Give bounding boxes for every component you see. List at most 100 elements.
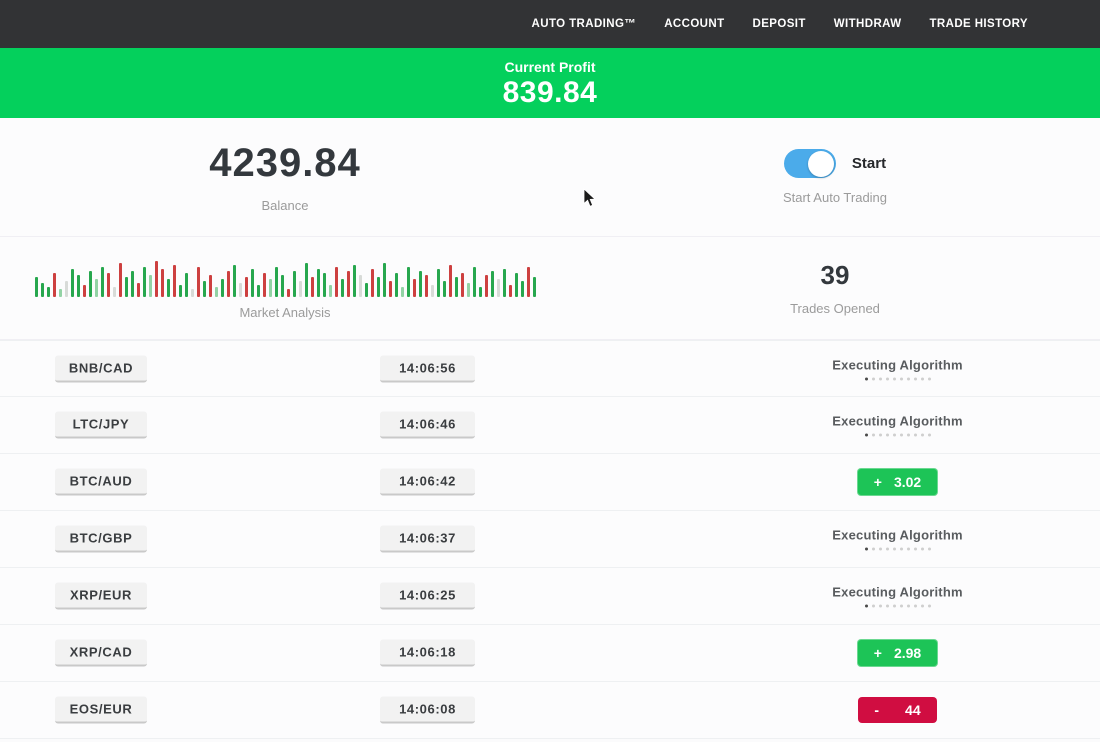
- balance-section: 4239.84 Balance Start Start Auto Trading: [0, 118, 1100, 237]
- chart-bar: [53, 273, 56, 297]
- chart-bar: [467, 283, 470, 297]
- chart-bar: [461, 273, 464, 297]
- chart-bar: [263, 273, 266, 297]
- profit-badge: +3.02: [857, 468, 938, 496]
- chart-bar: [137, 283, 140, 297]
- chart-bar: [401, 287, 404, 297]
- chart-bar: [371, 269, 374, 297]
- market-analysis-label: Market Analysis: [239, 305, 330, 320]
- chart-bar: [269, 279, 272, 297]
- chart-bar: [275, 267, 278, 297]
- chart-bar: [179, 285, 182, 297]
- progress-dots: [865, 434, 931, 437]
- nav-item-withdraw[interactable]: WITHDRAW: [834, 18, 902, 30]
- chart-bar: [35, 277, 38, 297]
- nav-item-trade-history[interactable]: TRADE HISTORY: [930, 18, 1029, 30]
- toggle-knob: [808, 151, 834, 177]
- current-profit-value: 839.84: [503, 76, 598, 110]
- loss-badge: -44: [858, 697, 936, 723]
- progress-dots: [865, 377, 931, 380]
- chart-bar: [305, 263, 308, 297]
- chart-bar: [407, 267, 410, 297]
- start-auto-trading-caption: Start Auto Trading: [783, 190, 887, 205]
- trade-row: BTC/GBP 14:06:37 Executing Algorithm: [0, 511, 1100, 568]
- time-chip: 14:06:42: [380, 469, 475, 496]
- trades-opened-label: Trades Opened: [790, 301, 880, 316]
- time-chip: 14:06:37: [380, 526, 475, 553]
- start-auto-trading-toggle[interactable]: [784, 149, 836, 178]
- trade-row: BTC/AUD 14:06:42 +3.02: [0, 454, 1100, 511]
- chart-bar: [287, 289, 290, 297]
- chart-bar: [335, 267, 338, 297]
- current-profit-banner: Current Profit 839.84: [0, 48, 1100, 118]
- chart-bar: [503, 269, 506, 297]
- chart-bar: [419, 271, 422, 297]
- chart-bar: [365, 283, 368, 297]
- time-chip: 14:06:56: [380, 355, 475, 382]
- chart-bar: [125, 277, 128, 297]
- trade-status: +2.98: [810, 639, 985, 667]
- chart-bar: [527, 267, 530, 297]
- chart-bar: [41, 283, 44, 297]
- chart-bar: [491, 271, 494, 297]
- progress-dots: [865, 548, 931, 551]
- trade-row: BNB/CAD 14:06:56 Executing Algorithm: [0, 340, 1100, 397]
- chart-bar: [317, 269, 320, 297]
- market-analysis-section: Market Analysis 39 Trades Opened: [0, 237, 1100, 340]
- trade-row: EOS/EUR 14:06:08 -44: [0, 682, 1100, 739]
- chart-bar: [77, 275, 80, 297]
- nav-menu: AUTO TRADING™ ACCOUNT DEPOSIT WITHDRAW TRADE…: [532, 18, 1028, 30]
- mouse-cursor-icon: [583, 188, 597, 208]
- chart-bar: [221, 279, 224, 297]
- progress-dots: [865, 605, 931, 608]
- chart-bar: [185, 273, 188, 297]
- chart-bar: [71, 269, 74, 297]
- chart-bar: [83, 285, 86, 297]
- chart-bar: [209, 275, 212, 297]
- chart-bar: [485, 275, 488, 297]
- trade-row: XRP/EUR 14:06:25 Executing Algorithm: [0, 568, 1100, 625]
- chart-bar: [215, 287, 218, 297]
- market-analysis-chart: [35, 257, 536, 297]
- chart-bar: [167, 279, 170, 297]
- chart-bar: [359, 275, 362, 297]
- chart-bar: [155, 261, 158, 297]
- chart-bar: [119, 263, 122, 297]
- balance-block: 4239.84 Balance: [0, 118, 570, 236]
- chart-bar: [413, 279, 416, 297]
- nav-item-auto-trading[interactable]: AUTO TRADING™: [532, 18, 637, 30]
- top-navbar: AUTO TRADING™ ACCOUNT DEPOSIT WITHDRAW TRADE…: [0, 0, 1100, 48]
- chart-bar: [101, 267, 104, 297]
- chart-bar: [347, 271, 350, 297]
- trade-status: Executing Algorithm: [810, 585, 985, 608]
- chart-bar: [89, 271, 92, 297]
- chart-bar: [59, 289, 62, 297]
- market-analysis-block: Market Analysis: [0, 237, 570, 339]
- time-chip: 14:06:46: [380, 412, 475, 439]
- chart-bar: [299, 281, 302, 297]
- auto-trading-block: Start Start Auto Trading: [570, 118, 1100, 236]
- chart-bar: [437, 269, 440, 297]
- trade-status: Executing Algorithm: [810, 357, 985, 380]
- executing-algorithm-label: Executing Algorithm: [832, 585, 962, 600]
- chart-bar: [149, 275, 152, 297]
- chart-bar: [431, 285, 434, 297]
- pair-chip: XRP/EUR: [55, 583, 147, 610]
- chart-bar: [389, 281, 392, 297]
- trade-row: LTC/JPY 14:06:46 Executing Algorithm: [0, 397, 1100, 454]
- pair-chip: BTC/AUD: [55, 469, 147, 496]
- chart-bar: [455, 277, 458, 297]
- pair-chip: EOS/EUR: [55, 697, 147, 724]
- nav-item-deposit[interactable]: DEPOSIT: [753, 18, 806, 30]
- pair-chip: BTC/GBP: [55, 526, 147, 553]
- trade-status: -44: [810, 697, 985, 723]
- nav-item-account[interactable]: ACCOUNT: [664, 18, 724, 30]
- pair-chip: BNB/CAD: [55, 355, 147, 382]
- chart-bar: [425, 275, 428, 297]
- balance-label: Balance: [262, 198, 309, 213]
- chart-bar: [95, 279, 98, 297]
- time-chip: 14:06:08: [380, 697, 475, 724]
- trade-status: Executing Algorithm: [810, 528, 985, 551]
- chart-bar: [227, 271, 230, 297]
- chart-bar: [521, 281, 524, 297]
